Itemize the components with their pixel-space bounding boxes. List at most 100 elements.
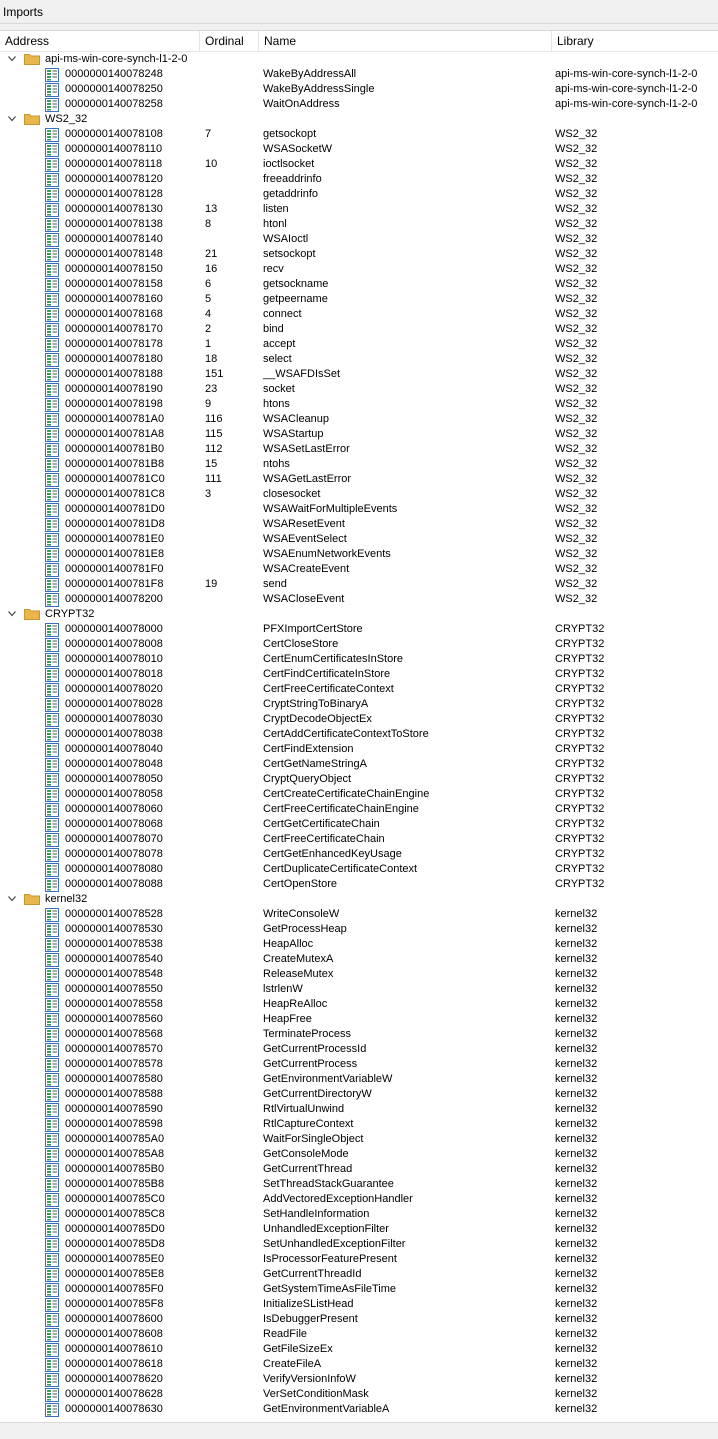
import-row[interactable]: 0000000140078618 CreateFileA kernel32	[0, 1357, 718, 1372]
import-row[interactable]: 0000000140078038 CertAddCertificateContex…	[0, 727, 718, 742]
import-row[interactable]: 00000001400785A8 GetConsoleMode kernel32	[0, 1147, 718, 1162]
import-row[interactable]: 0000000140078050 CryptQueryObject CRYPT32	[0, 772, 718, 787]
import-row[interactable]: 0000000140078528 WriteConsoleW kernel32	[0, 907, 718, 922]
import-row[interactable]: 0000000140078128 getaddrinfo WS2_32	[0, 187, 718, 202]
import-row[interactable]: 0000000140078598 RtlCaptureContext kernel3…	[0, 1117, 718, 1132]
import-row[interactable]: 00000001400781D0 WSAWaitForMultipleEvents…	[0, 502, 718, 517]
import-row[interactable]: 0000000140078258 WaitOnAddress api-ms-win-…	[0, 97, 718, 112]
import-row[interactable]: 0000000140078020 CertFreeCertificateConte…	[0, 682, 718, 697]
import-row[interactable]: 0000000140078198 9 htons WS2_32	[0, 397, 718, 412]
import-row[interactable]: 0000000140078170 2 bind WS2_32	[0, 322, 718, 337]
import-row[interactable]: 0000000140078150 16 recv WS2_32	[0, 262, 718, 277]
import-row[interactable]: 0000000140078168 4 connect WS2_32	[0, 307, 718, 322]
import-row[interactable]: 00000001400785B0 GetCurrentThread kernel32	[0, 1162, 718, 1177]
import-row[interactable]: 0000000140078060 CertFreeCertificateChain…	[0, 802, 718, 817]
import-row[interactable]: 0000000140078548 ReleaseMutex kernel32	[0, 967, 718, 982]
import-row[interactable]: 0000000140078018 CertFindCertificateInSto…	[0, 667, 718, 682]
import-row[interactable]: 0000000140078030 CryptDecodeObjectEx CRYPT…	[0, 712, 718, 727]
tree-group-row[interactable]: kernel32	[0, 892, 718, 907]
column-header-ordinal[interactable]: Ordinal	[200, 31, 259, 51]
import-row[interactable]: 0000000140078540 CreateMutexA kernel32	[0, 952, 718, 967]
chevron-down-icon[interactable]	[6, 892, 18, 907]
import-row[interactable]: 0000000140078140 WSAIoctl WS2_32	[0, 232, 718, 247]
import-row[interactable]: 0000000140078148 21 setsockopt WS2_32	[0, 247, 718, 262]
import-row[interactable]: 00000001400785F0 GetSystemTimeAsFileTime k…	[0, 1282, 718, 1297]
import-row[interactable]: 00000001400781C8 3 closesocket WS2_32	[0, 487, 718, 502]
import-row[interactable]: 00000001400785D0 UnhandledExceptionFilter…	[0, 1222, 718, 1237]
import-row[interactable]: 0000000140078530 GetProcessHeap kernel32	[0, 922, 718, 937]
import-row[interactable]: 0000000140078620 VerifyVersionInfoW kernel…	[0, 1372, 718, 1387]
import-row[interactable]: 0000000140078000 PFXImportCertStore CRYPT3…	[0, 622, 718, 637]
import-row[interactable]: 0000000140078120 freeaddrinfo WS2_32	[0, 172, 718, 187]
chevron-down-icon[interactable]	[6, 112, 18, 127]
import-row[interactable]: 0000000140078578 GetCurrentProcess kernel3…	[0, 1057, 718, 1072]
import-row[interactable]: 0000000140078248 WakeByAddressAll api-ms-w…	[0, 67, 718, 82]
import-row[interactable]: 0000000140078158 6 getsockname WS2_32	[0, 277, 718, 292]
chevron-down-icon[interactable]	[6, 52, 18, 67]
import-row[interactable]: 0000000140078160 5 getpeername WS2_32	[0, 292, 718, 307]
imports-tree-view[interactable]: Address Ordinal Name Library api-ms-win-…	[0, 30, 718, 1422]
import-row[interactable]: 00000001400785A0 WaitForSingleObject kerne…	[0, 1132, 718, 1147]
import-row[interactable]: 0000000140078550 lstrlenW kernel32	[0, 982, 718, 997]
import-row[interactable]: 00000001400781C0 111 WSAGetLastError WS2_32	[0, 472, 718, 487]
import-row[interactable]: 0000000140078188 151 __WSAFDIsSet WS2_32	[0, 367, 718, 382]
import-row[interactable]: 0000000140078108 7 getsockopt WS2_32	[0, 127, 718, 142]
import-row[interactable]: 0000000140078588 GetCurrentDirectoryW kern…	[0, 1087, 718, 1102]
import-row[interactable]: 00000001400781F8 19 send WS2_32	[0, 577, 718, 592]
import-row[interactable]: 00000001400781B8 15 ntohs WS2_32	[0, 457, 718, 472]
import-row[interactable]: 0000000140078190 23 socket WS2_32	[0, 382, 718, 397]
import-row[interactable]: 00000001400781B0 112 WSASetLastError WS2_32	[0, 442, 718, 457]
import-row[interactable]: 0000000140078010 CertEnumCertificatesInSt…	[0, 652, 718, 667]
import-row[interactable]: 00000001400781A0 116 WSACleanup WS2_32	[0, 412, 718, 427]
chevron-down-icon[interactable]	[6, 607, 18, 622]
import-row[interactable]: 00000001400781A8 115 WSAStartup WS2_32	[0, 427, 718, 442]
import-row[interactable]: 0000000140078078 CertGetEnhancedKeyUsage C…	[0, 847, 718, 862]
import-row[interactable]: 0000000140078068 CertGetCertificateChain C…	[0, 817, 718, 832]
tree-group-row[interactable]: api-ms-win-core-synch-l1-2-0	[0, 52, 718, 67]
import-row[interactable]: 0000000140078138 8 htonl WS2_32	[0, 217, 718, 232]
import-row[interactable]: 0000000140078008 CertCloseStore CRYPT32	[0, 637, 718, 652]
import-row[interactable]: 0000000140078610 GetFileSizeEx kernel32	[0, 1342, 718, 1357]
import-row[interactable]: 0000000140078580 GetEnvironmentVariableW k…	[0, 1072, 718, 1087]
import-row[interactable]: 0000000140078538 HeapAlloc kernel32	[0, 937, 718, 952]
import-row[interactable]: 0000000140078570 GetCurrentProcessId kerne…	[0, 1042, 718, 1057]
tree-group-row[interactable]: WS2_32	[0, 112, 718, 127]
import-row[interactable]: 0000000140078200 WSACloseEvent WS2_32	[0, 592, 718, 607]
import-row[interactable]: 00000001400785D8 SetUnhandledExceptionFil…	[0, 1237, 718, 1252]
import-row[interactable]: 0000000140078180 18 select WS2_32	[0, 352, 718, 367]
tree-group-row[interactable]: CRYPT32	[0, 607, 718, 622]
import-row[interactable]: 0000000140078568 TerminateProcess kernel32	[0, 1027, 718, 1042]
import-row[interactable]: 00000001400785F8 InitializeSListHead kerne…	[0, 1297, 718, 1312]
import-row[interactable]: 00000001400781D8 WSAResetEvent WS2_32	[0, 517, 718, 532]
import-row[interactable]: 00000001400781E8 WSAEnumNetworkEvents WS2_…	[0, 547, 718, 562]
import-row[interactable]: 0000000140078628 VerSetConditionMask kerne…	[0, 1387, 718, 1402]
import-row[interactable]: 00000001400781F0 WSACreateEvent WS2_32	[0, 562, 718, 577]
import-row[interactable]: 00000001400785E0 IsProcessorFeaturePresen…	[0, 1252, 718, 1267]
import-row[interactable]: 00000001400785E8 GetCurrentThreadId kernel…	[0, 1267, 718, 1282]
import-row[interactable]: 0000000140078028 CryptStringToBinaryA CRYP…	[0, 697, 718, 712]
import-row[interactable]: 0000000140078058 CertCreateCertificateCha…	[0, 787, 718, 802]
import-row[interactable]: 00000001400781E0 WSAEventSelect WS2_32	[0, 532, 718, 547]
import-row[interactable]: 0000000140078040 CertFindExtension CRYPT32	[0, 742, 718, 757]
import-row[interactable]: 0000000140078110 WSASocketW WS2_32	[0, 142, 718, 157]
column-header-library[interactable]: Library	[552, 31, 718, 51]
import-row[interactable]: 0000000140078048 CertGetNameStringA CRYPT3…	[0, 757, 718, 772]
import-row[interactable]: 0000000140078590 RtlVirtualUnwind kernel32	[0, 1102, 718, 1117]
import-row[interactable]: 0000000140078560 HeapFree kernel32	[0, 1012, 718, 1027]
import-row[interactable]: 00000001400785C8 SetHandleInformation kern…	[0, 1207, 718, 1222]
import-row[interactable]: 0000000140078130 13 listen WS2_32	[0, 202, 718, 217]
import-row[interactable]: 0000000140078118 10 ioctlsocket WS2_32	[0, 157, 718, 172]
import-row[interactable]: 0000000140078070 CertFreeCertificateChain…	[0, 832, 718, 847]
import-row[interactable]: 00000001400785C0 AddVectoredExceptionHand…	[0, 1192, 718, 1207]
import-row[interactable]: 00000001400785B8 SetThreadStackGuarantee k…	[0, 1177, 718, 1192]
import-row[interactable]: 0000000140078080 CertDuplicateCertificate…	[0, 862, 718, 877]
column-header-name[interactable]: Name	[259, 31, 552, 51]
import-row[interactable]: 0000000140078600 IsDebuggerPresent kernel3…	[0, 1312, 718, 1327]
import-row[interactable]: 0000000140078178 1 accept WS2_32	[0, 337, 718, 352]
import-row[interactable]: 0000000140078558 HeapReAlloc kernel32	[0, 997, 718, 1012]
column-header-address[interactable]: Address	[0, 31, 200, 51]
import-row[interactable]: 0000000140078630 GetEnvironmentVariableA k…	[0, 1402, 718, 1417]
import-row[interactable]: 0000000140078250 WakeByAddressSingle api-m…	[0, 82, 718, 97]
import-row[interactable]: 0000000140078088 CertOpenStore CRYPT32	[0, 877, 718, 892]
import-row[interactable]: 0000000140078608 ReadFile kernel32	[0, 1327, 718, 1342]
